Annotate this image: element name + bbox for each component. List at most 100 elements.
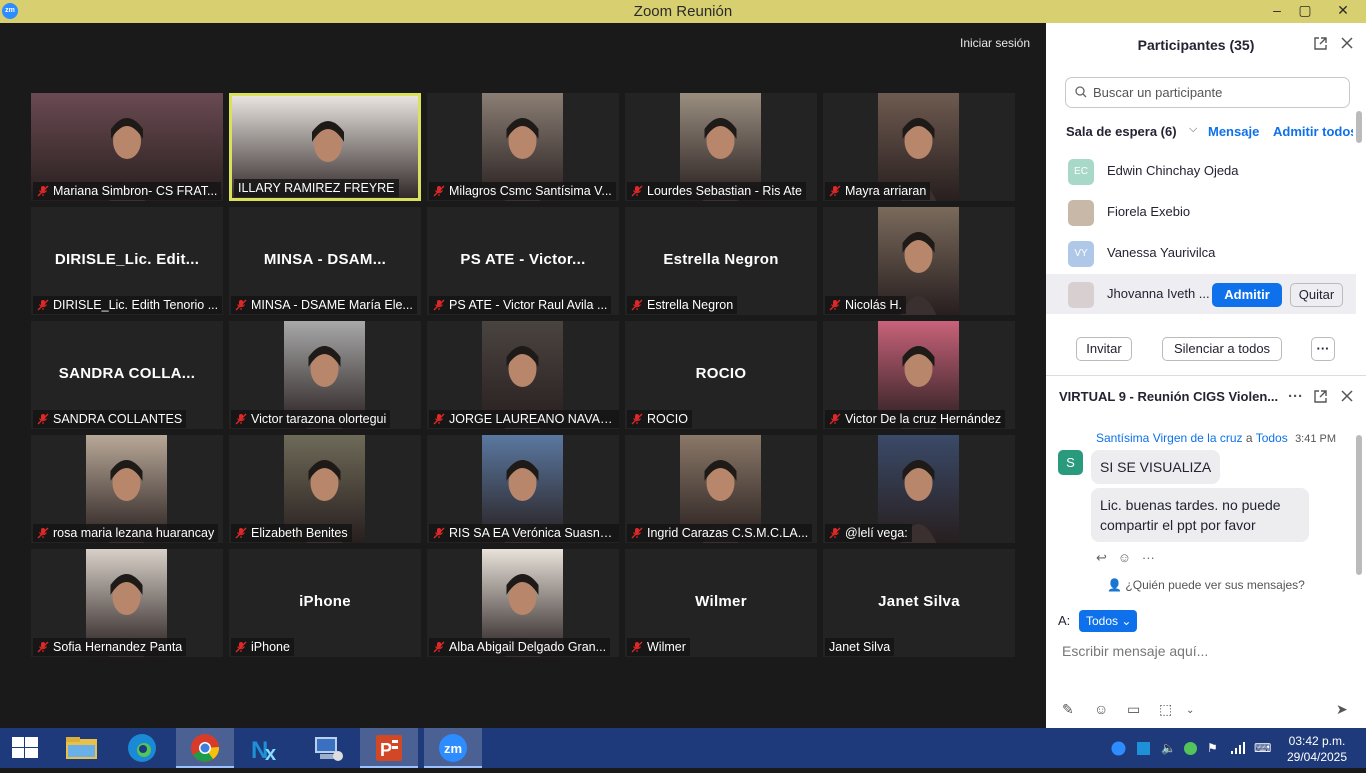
chat-more-icon[interactable]: ··· bbox=[1288, 388, 1303, 405]
participant-tile[interactable]: ROCIO ROCIO bbox=[625, 321, 817, 429]
screenshot-icon[interactable]: ⬚ bbox=[1159, 701, 1172, 718]
network-icon[interactable] bbox=[1230, 741, 1246, 758]
participant-tile[interactable]: iPhone iPhone bbox=[229, 549, 421, 657]
participant-tile[interactable]: Milagros Csmc Santísima V... bbox=[427, 93, 619, 201]
minimize-button[interactable]: ‒ bbox=[1263, 0, 1291, 23]
participant-name-tag: Victor tarazona olortegui bbox=[231, 410, 391, 428]
participant-name-tag: SANDRA COLLANTES bbox=[33, 410, 187, 428]
more-options-button[interactable]: ··· bbox=[1311, 337, 1335, 361]
participant-name-tag: Alba Abigail Delgado Gran... bbox=[429, 638, 611, 656]
message-waiting-button[interactable]: Mensaje bbox=[1208, 124, 1259, 139]
format-icon[interactable]: ✎ bbox=[1062, 701, 1074, 718]
chat-recipient: Todos bbox=[1255, 431, 1288, 445]
close-button[interactable]: ✕ bbox=[1326, 0, 1360, 23]
participant-tile[interactable]: Lourdes Sebastian - Ris Ate bbox=[625, 93, 817, 201]
avatar bbox=[1068, 200, 1094, 226]
participant-tile[interactable]: @lelí vega: bbox=[823, 435, 1015, 543]
participant-tile[interactable]: JORGE LAUREANO NAVAR... bbox=[427, 321, 619, 429]
waiting-room-header: Sala de espera (6) ⌵ Mensaje Admitir tod… bbox=[1066, 123, 1356, 143]
chat-to-word: a bbox=[1245, 431, 1253, 445]
participant-tile[interactable]: Victor De la cruz Hernández bbox=[823, 321, 1015, 429]
more-icon[interactable]: ··· bbox=[1142, 550, 1155, 565]
participant-tile[interactable]: MINSA - DSAM... MINSA - DSAME María Ele..… bbox=[229, 207, 421, 315]
mute-all-button[interactable]: Silenciar a todos bbox=[1162, 337, 1282, 361]
waiting-participant-row[interactable]: EC Edwin Chinchay Ojeda bbox=[1046, 151, 1356, 191]
muted-mic-icon bbox=[829, 185, 841, 197]
waiting-participant-row[interactable]: Jhovanna Iveth ... Admitir Quitar bbox=[1046, 274, 1356, 314]
participant-display-name: DIRISLE_Lic. Edit... bbox=[54, 251, 200, 268]
participant-name-tag: Janet Silva bbox=[825, 638, 895, 656]
flag-icon[interactable]: ⚑ bbox=[1207, 741, 1218, 755]
participant-tile[interactable]: PS ATE - Victor... PS ATE - Victor Raul A… bbox=[427, 207, 619, 315]
maximize-button[interactable]: ▢ bbox=[1291, 0, 1319, 23]
remove-button[interactable]: Quitar bbox=[1290, 283, 1343, 307]
send-icon[interactable]: ➤ bbox=[1336, 701, 1348, 718]
nx-tray-icon[interactable] bbox=[1136, 741, 1151, 759]
participant-tile[interactable]: Estrella Negron Estrella Negron bbox=[625, 207, 817, 315]
recipient-select[interactable]: Todos ⌄ bbox=[1079, 610, 1137, 632]
participant-tile[interactable]: DIRISLE_Lic. Edit... DIRISLE_Lic. Edith T… bbox=[31, 207, 223, 315]
admit-button[interactable]: Admitir bbox=[1212, 283, 1282, 307]
sign-in-button[interactable]: Iniciar sesión bbox=[955, 33, 1035, 53]
title-bar: zm Zoom Reunión ‒ ▢ ✕ bbox=[0, 0, 1366, 23]
chat-time: 3:41 PM bbox=[1295, 433, 1337, 445]
keyboard-icon[interactable]: ⌨ bbox=[1254, 741, 1271, 755]
popout-icon[interactable] bbox=[1313, 36, 1328, 55]
waiting-participant-name: Jhovanna Iveth ... bbox=[1107, 286, 1210, 301]
zoom-tray-icon[interactable] bbox=[1111, 741, 1126, 759]
participants-scrollbar[interactable] bbox=[1356, 111, 1362, 143]
windows-start-icon[interactable] bbox=[0, 728, 58, 768]
emoji-reaction-icon[interactable]: ☺ bbox=[1118, 550, 1131, 565]
chrome-browser-icon[interactable] bbox=[176, 728, 234, 768]
invite-button[interactable]: Invitar bbox=[1076, 337, 1132, 361]
participant-tile[interactable]: Janet Silva Janet Silva bbox=[823, 549, 1015, 657]
participant-tile[interactable]: Alba Abigail Delgado Gran... bbox=[427, 549, 619, 657]
participant-tile[interactable]: Mariana Simbron- CS FRAT... bbox=[31, 93, 223, 201]
emoji-icon[interactable]: ☺ bbox=[1094, 701, 1108, 717]
participant-tile[interactable]: Victor tarazona olortegui bbox=[229, 321, 421, 429]
remote-desktop-icon[interactable] bbox=[300, 728, 358, 768]
reply-icon[interactable]: ↩ bbox=[1096, 550, 1107, 565]
chevron-down-icon[interactable]: ⌵ bbox=[1189, 123, 1197, 136]
who-can-see-text: ¿Quién puede ver sus mensajes? bbox=[1125, 578, 1305, 592]
system-clock[interactable]: 03:42 p.m. 29/04/2025 bbox=[1282, 733, 1352, 765]
waiting-room-label[interactable]: Sala de espera (6) bbox=[1066, 124, 1177, 139]
chevron-down-icon[interactable]: ⌄ bbox=[1186, 705, 1194, 716]
chrome-tray-icon[interactable] bbox=[1183, 741, 1198, 759]
participant-tile[interactable]: SANDRA COLLA... SANDRA COLLANTES bbox=[31, 321, 223, 429]
zoom-app-icon[interactable]: zm bbox=[424, 728, 482, 768]
waiting-participant-row[interactable]: Fiorela Exebio bbox=[1046, 192, 1356, 232]
nx-app-icon[interactable]: Nx bbox=[237, 728, 295, 768]
chat-close-icon[interactable] bbox=[1340, 389, 1354, 407]
muted-mic-icon bbox=[631, 413, 643, 425]
volume-icon[interactable]: 🔈 bbox=[1161, 741, 1176, 755]
participant-tile[interactable]: Elizabeth Benites bbox=[229, 435, 421, 543]
participant-tile[interactable]: Wilmer Wilmer bbox=[625, 549, 817, 657]
chat-scrollbar[interactable] bbox=[1356, 435, 1362, 575]
participant-tile[interactable]: Sofia Hernandez Panta bbox=[31, 549, 223, 657]
chat-sender[interactable]: Santísima Virgen de la cruz bbox=[1096, 431, 1243, 445]
who-can-see-link[interactable]: 👤 ¿Quién puede ver sus mensajes? bbox=[1046, 578, 1366, 592]
waiting-participant-row[interactable]: VY Vanessa Yaurivilca bbox=[1046, 233, 1356, 273]
participant-tile[interactable]: Ingrid Carazas C.S.M.C.LA... bbox=[625, 435, 817, 543]
participant-tile[interactable]: RIS SA EA Verónica Suasna... bbox=[427, 435, 619, 543]
file-explorer-icon[interactable] bbox=[55, 728, 113, 768]
muted-mic-icon bbox=[433, 413, 445, 425]
participant-tile[interactable]: ILLARY RAMIREZ FREYRE bbox=[229, 93, 421, 201]
participant-tile[interactable]: rosa maria lezana huarancay bbox=[31, 435, 223, 543]
close-panel-icon[interactable] bbox=[1340, 36, 1354, 54]
svg-text:zm: zm bbox=[444, 741, 462, 756]
participant-tile[interactable]: Mayra arriaran bbox=[823, 93, 1015, 201]
file-icon[interactable]: ▭ bbox=[1127, 701, 1140, 718]
participant-search-input[interactable]: Buscar un participante bbox=[1065, 77, 1350, 108]
chat-message: SI SE VISUALIZA bbox=[1091, 450, 1221, 484]
muted-mic-icon bbox=[235, 299, 247, 311]
muted-mic-icon bbox=[631, 641, 643, 653]
chat-message-input[interactable]: Escribir mensaje aquí... bbox=[1062, 643, 1342, 659]
powerpoint-icon[interactable]: P bbox=[360, 728, 418, 768]
chat-popout-icon[interactable] bbox=[1313, 389, 1328, 408]
participant-tile[interactable]: Nicolás H. bbox=[823, 207, 1015, 315]
admit-all-button[interactable]: Admitir todos bbox=[1273, 124, 1353, 139]
edge-browser-icon[interactable] bbox=[113, 728, 171, 768]
participant-name-tag: Ingrid Carazas C.S.M.C.LA... bbox=[627, 524, 813, 542]
